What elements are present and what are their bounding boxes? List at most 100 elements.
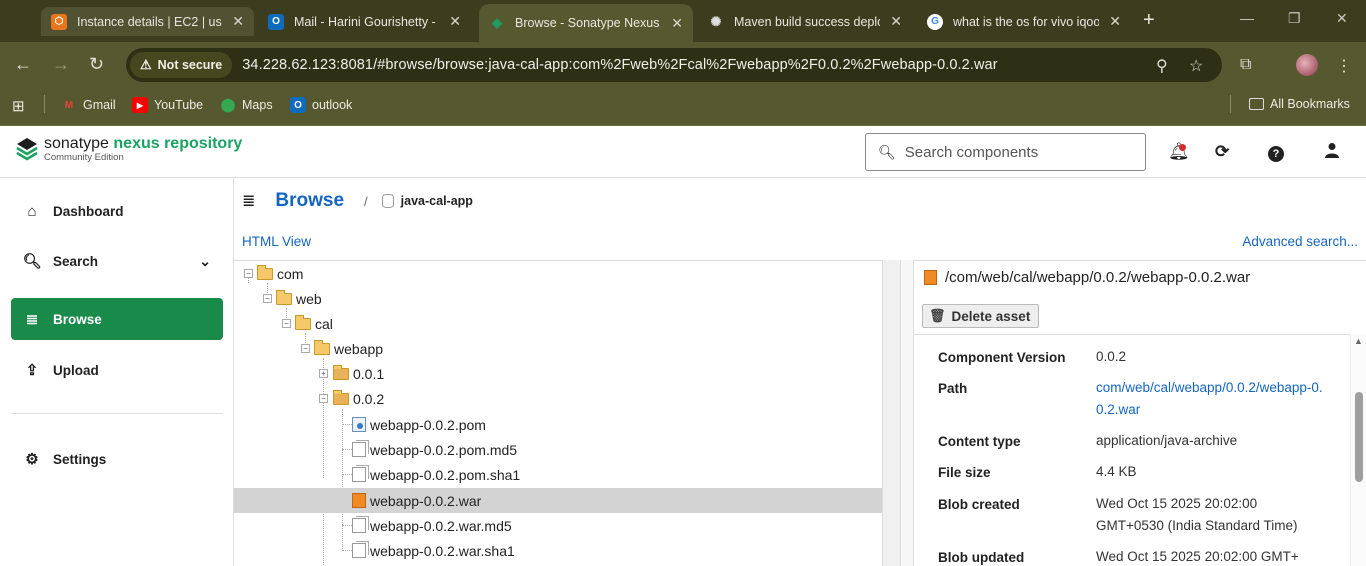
close-icon[interactable]: ✕ [671,15,683,32]
collapse-icon[interactable]: − [301,344,310,353]
panel-splitter[interactable] [900,260,914,566]
sidebar-item-settings[interactable]: ⚙ Settings [11,438,223,480]
breadcrumb-repo: java-cal-app [400,194,473,208]
help-icon[interactable]: ? [1268,142,1284,162]
asset-detail-panel: /com/web/cal/webapp/0.0.2/webapp-0.0.2.w… [914,260,1366,566]
detail-scrollbar[interactable]: ▲ [1350,334,1366,566]
file-icon [352,465,369,482]
expand-icon[interactable]: + [319,369,328,378]
tree-node[interactable]: webapp-0.0.2.pom [234,412,882,437]
attr-value: Wed Oct 15 2025 20:02:00 GMT+0530 (India… [1096,496,1298,533]
tree-node[interactable]: + 0.0.1 [234,361,882,386]
tree-node[interactable]: webapp-0.0.2.pom.sha1 [234,462,882,487]
browser-tab-google[interactable]: G what is the os for vivo iqoo ✕ [917,7,1131,36]
pom-file-icon [352,417,366,432]
youtube-icon: ▶ [132,97,148,113]
chatgpt-icon: ✺ [710,13,722,29]
profile-avatar[interactable] [1296,54,1318,76]
browser-tab-strip: ⬡ Instance details | EC2 | us-e ✕ O Mail… [0,0,1366,42]
tree-node[interactable]: − 0.0.2 [234,386,882,411]
security-chip[interactable]: ⚠ Not secure [130,52,233,78]
close-icon[interactable]: ✕ [232,13,244,30]
tree-node[interactable]: − com [234,261,882,286]
reload-icon[interactable]: ↻ [89,54,104,75]
folder-open-icon [295,314,311,330]
close-icon[interactable]: ✕ [890,13,902,30]
user-icon[interactable] [1324,142,1340,163]
browser-tab-nexus[interactable]: ◈ Browse - Sonatype Nexus R ✕ [479,4,693,42]
sidebar-item-upload[interactable]: ⇪ Upload [11,349,223,391]
trash-icon: 🗑︎ [929,308,946,323]
home-icon: ⌂ [27,202,37,220]
war-file-icon [352,493,366,508]
bookmark-maps[interactable]: ⬤ Maps [220,97,273,113]
tree-node[interactable]: − cal [234,311,882,336]
tree-scrollbar[interactable] [882,260,900,566]
search-components-box[interactable]: 🔍︎ [865,133,1146,171]
attr-label: File size [938,465,991,480]
nexus-logo[interactable]: sonatype nexus repository Community Edit… [16,135,242,163]
close-window-icon[interactable]: ✕ [1336,10,1348,27]
apps-icon[interactable]: ⊞ [12,97,25,115]
file-icon [352,516,369,533]
tree-node[interactable]: webapp-0.0.2.war.sha1 [234,538,882,563]
path-link[interactable]: com/web/cal/webapp/0.0.2/webapp-0.0.2.wa… [1096,377,1332,421]
breadcrumb-browse[interactable]: Browse [275,190,344,212]
close-icon[interactable]: ✕ [1109,13,1121,30]
bookmark-youtube[interactable]: ▶ YouTube [132,97,203,113]
database-icon: ≣ [25,311,39,328]
all-bookmarks[interactable]: All Bookmarks [1249,97,1350,111]
bookmark-divider [1230,95,1231,113]
component-icon [333,389,349,405]
warning-icon: ⚠ [140,57,152,72]
gear-icon: ⚙ [25,451,39,468]
search-components-input[interactable] [904,143,1135,161]
collapse-icon[interactable]: − [244,269,253,278]
collapse-icon[interactable]: − [282,319,291,328]
tree-node[interactable]: webapp-0.0.2.war.md5 [234,513,882,538]
more-menu-icon[interactable]: ⋮ [1336,56,1352,76]
url-text[interactable]: 34.228.62.123:8081/#browse/browse:java-c… [242,57,997,73]
sidebar: ⌂ Dashboard 🔍︎ Search ⌄ ≣ Browse ⇪ Uploa… [0,178,234,566]
html-view-link[interactable]: HTML View [242,234,311,249]
sidebar-item-search[interactable]: 🔍︎ Search ⌄ [11,240,223,282]
folder-open-icon [276,289,292,305]
component-icon [333,364,349,380]
scroll-up-icon[interactable]: ▲ [1354,336,1363,346]
new-tab-icon[interactable]: + [1143,9,1155,32]
chevron-down-icon[interactable]: ⌄ [199,253,211,270]
bookmark-gmail[interactable]: M Gmail [61,97,116,113]
sidebar-item-browse[interactable]: ≣ Browse [11,298,223,340]
maps-icon: ⬤ [220,97,236,112]
tree-node[interactable]: webapp-0.0.2.pom.md5 [234,437,882,462]
close-icon[interactable]: ✕ [449,13,461,30]
bookmark-outlook[interactable]: O outlook [290,97,352,113]
database-icon: ≣ [242,193,256,210]
bookmark-star-icon[interactable]: ☆ [1189,56,1203,76]
delete-asset-button[interactable]: 🗑︎ Delete asset [922,304,1040,328]
address-toolbar: ← → ↻ ⚠ Not secure 34.228.62.123:8081/#b… [0,42,1366,89]
collapse-icon[interactable]: − [319,394,328,403]
tree-node[interactable]: − web [234,286,882,311]
sidebar-item-dashboard[interactable]: ⌂ Dashboard [11,190,223,232]
attr-label: Blob updated [938,550,1025,565]
breadcrumb-separator: / [364,193,368,209]
outlook-icon: O [290,97,306,113]
collapse-icon[interactable]: − [263,294,272,303]
zoom-icon[interactable]: ⚲ [1156,56,1168,76]
restore-icon[interactable]: ❐ [1288,10,1301,27]
tree-node[interactable]: − webapp [234,336,882,361]
advanced-search-link[interactable]: Advanced search... [1242,234,1358,249]
forward-icon[interactable]: → [52,54,70,75]
extensions-icon[interactable]: ⧉ [1240,56,1251,74]
scroll-thumb[interactable] [1355,392,1363,482]
minimize-icon[interactable]: — [1240,10,1254,26]
browser-tab-mail[interactable]: O Mail - Harini Gourishetty - O ✕ [258,7,471,36]
tree-node-selected[interactable]: webapp-0.0.2.war [234,488,882,513]
asset-attributes: Component Version 0.0.2 Path com/web/cal… [914,334,1366,566]
back-icon[interactable]: ← [14,54,32,75]
refresh-icon[interactable]: ⟳ [1215,142,1229,162]
omnibox[interactable]: ⚠ Not secure 34.228.62.123:8081/#browse/… [126,48,1222,82]
browser-tab-chatgpt[interactable]: ✺ Maven build success deplo ✕ [698,7,912,36]
browser-tab-ec2[interactable]: ⬡ Instance details | EC2 | us-e ✕ [41,7,254,36]
